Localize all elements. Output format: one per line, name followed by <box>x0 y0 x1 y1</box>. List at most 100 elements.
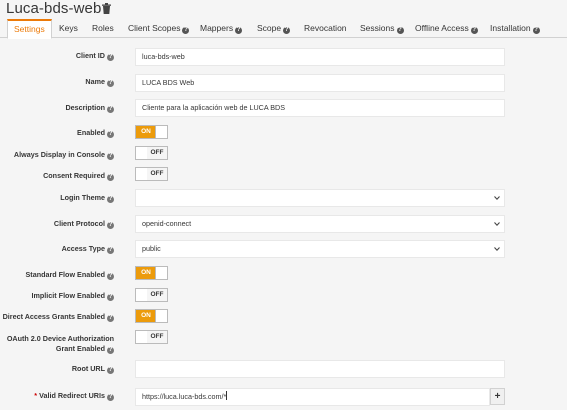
toggle-state: ON <box>136 126 156 138</box>
tab-label: Scope <box>257 23 282 33</box>
name-label: Name? <box>85 77 114 87</box>
chevron-down-icon <box>494 196 500 201</box>
question-circle-icon: ? <box>107 174 114 181</box>
device-auth-toggle[interactable]: OFF <box>135 330 168 344</box>
add-redirect-uri-button[interactable]: + <box>490 388 505 405</box>
root-url-label: Root URL? <box>72 364 114 374</box>
toggle-state: OFF <box>147 147 167 159</box>
login-theme-label: Login Theme? <box>60 193 114 203</box>
label-text: Grant Enabled <box>55 344 105 353</box>
page-header: Luca-bds-web <box>0 0 567 18</box>
chevron-down-icon <box>494 247 500 252</box>
tab-settings[interactable]: Settings <box>7 19 52 39</box>
enabled-label: Enabled? <box>77 128 114 138</box>
implicit-flow-toggle[interactable]: OFF <box>135 288 168 302</box>
question-circle-icon: ? <box>107 347 114 354</box>
tab-keys[interactable]: Keys <box>59 19 78 38</box>
client-id-input[interactable]: luca-bds-web <box>135 48 505 66</box>
required-mark: * <box>34 391 38 400</box>
question-circle-icon: ? <box>235 27 243 34</box>
toggle-state: ON <box>136 267 156 279</box>
label-text: Enabled <box>77 128 105 137</box>
label-text: Name <box>85 77 105 86</box>
tab-label: Mappers <box>200 23 234 33</box>
page-title: Luca-bds-web <box>6 0 102 17</box>
access-type-label: Access Type? <box>62 244 114 254</box>
label-text: Client ID <box>75 51 105 60</box>
select-value: public <box>142 244 161 253</box>
tab-installation[interactable]: Installation? <box>490 19 540 38</box>
label-text: Login Theme <box>60 193 105 202</box>
select-value: openid-connect <box>142 219 192 228</box>
question-circle-icon: ? <box>107 222 114 229</box>
tab-sessions[interactable]: Sessions? <box>360 19 404 38</box>
label-text: Direct Access Grants Enabled <box>2 312 105 321</box>
client-protocol-label: Client Protocol? <box>54 219 114 229</box>
description-input[interactable]: Cliente para la aplicación web de LUCA B… <box>135 99 505 117</box>
device-auth-label: OAuth 2.0 Device Authorization Grant Ena… <box>7 334 114 354</box>
always-display-toggle[interactable]: OFF <box>135 146 168 160</box>
question-circle-icon: ? <box>107 196 114 203</box>
toggle-knob <box>155 310 167 322</box>
consent-required-label: Consent Required? <box>43 171 114 181</box>
toggle-state: OFF <box>147 168 167 180</box>
enabled-toggle[interactable]: ON <box>135 125 168 139</box>
name-input[interactable]: LUCA BDS Web <box>135 74 505 92</box>
tab-label: Offline Access <box>415 23 469 33</box>
label-text: Standard Flow Enabled <box>25 270 105 279</box>
tab-roles[interactable]: Roles <box>92 19 114 38</box>
label-text: Implicit Flow Enabled <box>31 291 105 300</box>
client-id-label: Client ID? <box>76 51 114 61</box>
toggle-knob <box>155 267 167 279</box>
question-circle-icon: ? <box>107 367 114 374</box>
question-circle-icon: ? <box>107 315 114 322</box>
tab-label: Revocation <box>304 23 347 33</box>
trash-icon[interactable] <box>102 3 111 14</box>
root-url-input[interactable] <box>135 360 505 378</box>
question-circle-icon: ? <box>283 27 291 34</box>
login-theme-select[interactable] <box>135 189 505 207</box>
chevron-down-icon <box>494 222 500 227</box>
consent-required-toggle[interactable]: OFF <box>135 167 168 181</box>
label-text: Description <box>65 103 105 112</box>
tab-label: Keys <box>59 23 78 33</box>
always-display-label: Always Display in Console? <box>14 150 114 160</box>
question-circle-icon: ? <box>107 131 114 138</box>
question-circle-icon: ? <box>107 394 114 401</box>
label-text: Valid Redirect URIs <box>39 391 105 400</box>
redirect-uri-value: https://luca.luca-bds.com/* <box>142 392 227 401</box>
client-protocol-select[interactable]: openid-connect <box>135 215 505 233</box>
question-circle-icon: ? <box>107 247 114 254</box>
question-circle-icon: ? <box>532 27 540 34</box>
tab-label: Sessions <box>360 23 395 33</box>
tab-scope[interactable]: Scope? <box>257 19 291 38</box>
toggle-knob <box>155 126 167 138</box>
question-circle-icon: ? <box>107 294 114 301</box>
tab-label: Roles <box>92 23 114 33</box>
standard-flow-label: Standard Flow Enabled? <box>26 270 114 280</box>
redirect-uri-input[interactable]: https://luca.luca-bds.com/* <box>135 388 490 406</box>
question-circle-icon: ? <box>107 273 114 280</box>
label-text: Client Protocol <box>53 219 105 228</box>
toggle-state: ON <box>136 310 156 322</box>
tab-client-scopes[interactable]: Client Scopes? <box>128 19 190 38</box>
question-circle-icon: ? <box>107 153 114 160</box>
tab-label: Installation <box>490 23 531 33</box>
label-text: Consent Required <box>43 171 105 180</box>
description-label: Description? <box>65 103 114 113</box>
access-type-select[interactable]: public <box>135 240 505 258</box>
label-text: Root URL <box>71 364 105 373</box>
label-text: Always Display in Console <box>13 150 105 159</box>
tab-mappers[interactable]: Mappers? <box>200 19 243 38</box>
question-circle-icon: ? <box>107 80 114 87</box>
standard-flow-toggle[interactable]: ON <box>135 266 168 280</box>
question-circle-icon: ? <box>107 54 114 61</box>
tab-offline-access[interactable]: Offline Access? <box>415 19 478 38</box>
tab-revocation[interactable]: Revocation <box>304 19 347 38</box>
direct-access-toggle[interactable]: ON <box>135 309 168 323</box>
tab-label: Settings <box>14 24 45 34</box>
tab-label: Client Scopes <box>128 23 181 33</box>
question-circle-icon: ? <box>107 106 114 113</box>
label-text: Access Type <box>61 244 105 253</box>
text-cursor <box>226 391 228 400</box>
